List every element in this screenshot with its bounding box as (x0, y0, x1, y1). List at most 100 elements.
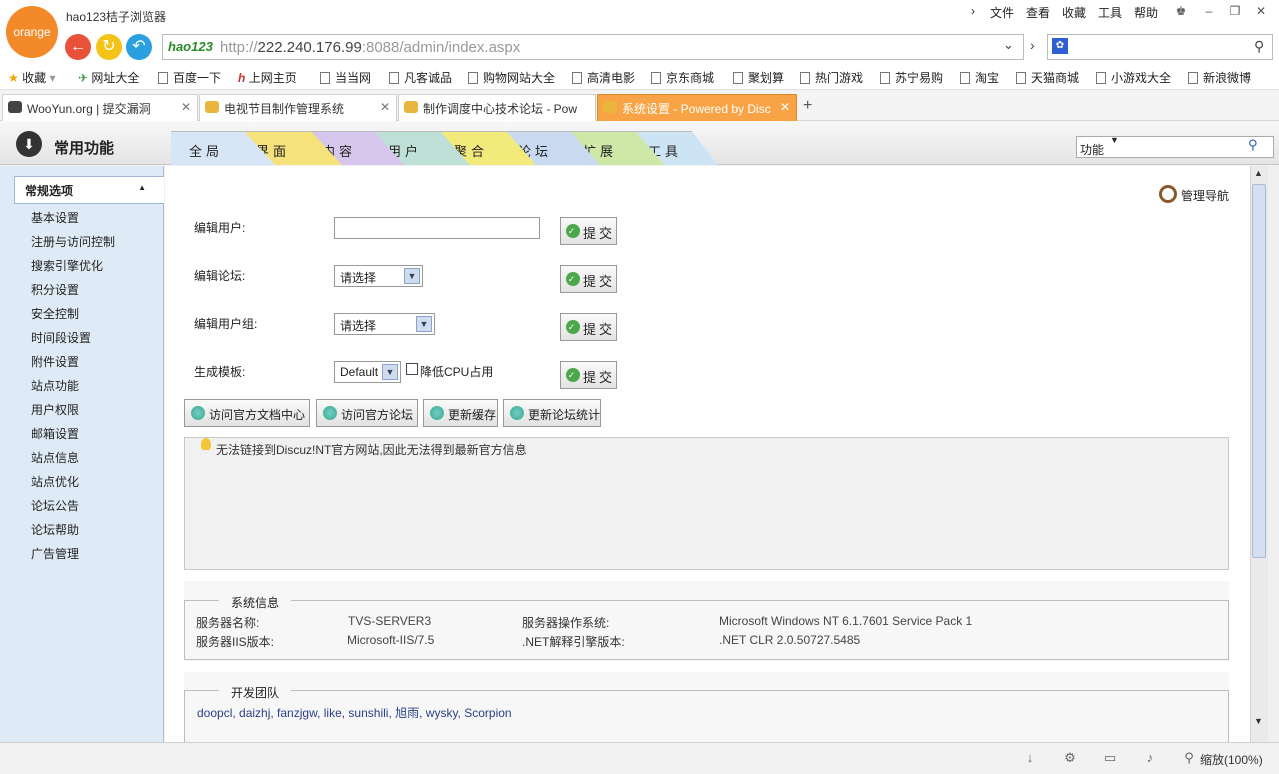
sidebar-item-register[interactable]: 注册与访问控制 (31, 233, 115, 250)
helm-icon (1159, 185, 1177, 203)
fav-collect[interactable]: ★ 收藏 ▾ (8, 69, 56, 86)
menu-file[interactable]: 文件 (990, 4, 1014, 21)
menu-view[interactable]: 查看 (1026, 4, 1050, 21)
sidebar-item-mail[interactable]: 邮箱设置 (31, 425, 79, 442)
function-search-input[interactable] (1076, 136, 1274, 158)
fav-label: 淘宝 (975, 71, 1000, 85)
browser-tab[interactable]: WooYun.org | 提交漏洞 ✕ (2, 94, 198, 121)
fav-label: 上网主页 (248, 71, 297, 85)
baidu-paw-icon[interactable]: ✿ (1052, 38, 1068, 54)
dropdown-icon[interactable]: ⌄ (1003, 37, 1014, 53)
search-input[interactable] (1047, 34, 1273, 60)
submit-template-button[interactable]: ✓ 提交 (560, 361, 617, 389)
update-cache-button[interactable]: 更新缓存 (423, 399, 498, 427)
fav-item[interactable]: 小游戏大全 (1096, 69, 1171, 86)
search-icon[interactable]: ⚲ (1248, 137, 1258, 153)
fav-item[interactable]: 高清电影 (572, 69, 635, 86)
button-label: 更新论坛统计 (528, 408, 601, 422)
fav-item[interactable]: 苏宁易购 (880, 69, 943, 86)
sidebar-item-security[interactable]: 安全控制 (31, 305, 79, 322)
status-bar (0, 742, 1279, 774)
fav-item[interactable]: 京东商城 (651, 69, 714, 86)
home-icon[interactable]: ↶ (126, 34, 152, 60)
gear-icon[interactable]: ⚙ (1061, 750, 1079, 766)
submit-user-button[interactable]: ✓ 提交 (560, 217, 617, 245)
browser-tab[interactable]: 制作调度中心技术论坛 - Pow (398, 94, 596, 121)
docs-center-button[interactable]: 访问官方文档中心 (184, 399, 310, 427)
zoom-icon[interactable]: ⚲ (1180, 750, 1198, 766)
group-select[interactable]: 请选择 ▼ (334, 313, 435, 335)
fav-item[interactable]: 聚划算 (733, 69, 784, 86)
screen-icon[interactable]: ▭ (1101, 750, 1119, 766)
sidebar-item-site-features[interactable]: 站点功能 (31, 377, 79, 394)
app-title: hao123桔子浏览器 (66, 10, 167, 24)
sidebar-item-seo[interactable]: 搜索引擎优化 (31, 257, 103, 274)
submit-group-button[interactable]: ✓ 提交 (560, 313, 617, 341)
close-tab-icon[interactable]: ✕ (380, 100, 390, 114)
url-host: 222.240.176.99 (257, 39, 362, 56)
fav-item[interactable]: 凡客诚品 (389, 69, 452, 86)
zoom-level[interactable]: 缩放(100%) (1200, 751, 1263, 768)
dropdown-arrow-icon[interactable]: ▼ (1110, 135, 1119, 145)
fav-item[interactable]: ✈ 网址大全 (78, 69, 139, 86)
scroll-up-icon[interactable]: ▲ (1254, 168, 1263, 178)
url-text[interactable]: http://222.240.176.99:8088/admin/index.a… (220, 39, 520, 56)
forum-select[interactable]: 请选择 ▼ (334, 265, 423, 287)
menu-favorites[interactable]: 收藏 (1062, 4, 1086, 21)
close-tab-icon[interactable]: ✕ (780, 100, 790, 114)
sidebar-item-ads[interactable]: 广告管理 (31, 545, 79, 562)
sidebar-item-help[interactable]: 论坛帮助 (31, 521, 79, 538)
sidebar-item-timeslot[interactable]: 时间段设置 (31, 329, 91, 346)
fav-item[interactable]: 购物网站大全 (468, 69, 555, 86)
download-icon[interactable]: ↓ (1021, 750, 1039, 766)
sidebar-item-announcement[interactable]: 论坛公告 (31, 497, 79, 514)
admin-nav-link[interactable]: 管理导航 (1181, 187, 1229, 204)
hao123-logo: hao123 (168, 39, 213, 54)
sidebar-item-site-info[interactable]: 站点信息 (31, 449, 79, 466)
sidebar-header[interactable]: 常规选项 ▲ (14, 176, 164, 204)
common-functions-title: 常用功能 (54, 140, 115, 157)
sidebar-item-attachment[interactable]: 附件设置 (31, 353, 79, 370)
lightbulb-icon (201, 438, 211, 450)
fav-item[interactable]: 天猫商城 (1016, 69, 1079, 86)
submit-forum-button[interactable]: ✓ 提交 (560, 265, 617, 293)
minimize-icon[interactable]: – (1200, 4, 1218, 22)
back-arrow-icon[interactable]: › (971, 4, 975, 18)
cpu-checkbox[interactable] (406, 363, 418, 375)
scroll-thumb[interactable] (1252, 184, 1266, 558)
arrow-down-icon[interactable]: ⬇ (16, 131, 42, 157)
close-window-icon[interactable]: ✕ (1252, 4, 1270, 22)
search-icon[interactable]: ⚲ (1254, 38, 1264, 55)
skin-icon[interactable]: ♚ (1172, 4, 1190, 22)
volume-icon[interactable]: ♪ (1141, 750, 1159, 766)
sidebar-item-optimize[interactable]: 站点优化 (31, 473, 79, 490)
template-select[interactable]: Default ▼ (334, 361, 401, 383)
collapse-icon[interactable]: ▲ (138, 183, 146, 192)
official-forum-button[interactable]: 访问官方论坛 (316, 399, 418, 427)
fav-item[interactable]: 新浪微博 (1188, 69, 1251, 86)
sidebar-item-credits[interactable]: 积分设置 (31, 281, 79, 298)
menu-tools[interactable]: 工具 (1098, 4, 1122, 21)
sidebar-item-permissions[interactable]: 用户权限 (31, 401, 79, 418)
restore-icon[interactable]: ❐ (1226, 4, 1244, 22)
refresh-icon[interactable]: ↻ (96, 34, 122, 60)
new-tab-icon[interactable]: + (803, 97, 812, 115)
forward-icon[interactable]: › (1030, 37, 1035, 53)
edit-user-input[interactable] (334, 217, 540, 239)
server-os-label: 服务器操作系统: (522, 616, 610, 630)
browser-tab-active[interactable]: 系统设置 - Powered by Disc ✕ (597, 94, 797, 121)
sidebar-item-basic[interactable]: 基本设置 (31, 209, 79, 226)
fav-item[interactable]: 百度一下 (158, 69, 221, 86)
menu-help[interactable]: 帮助 (1134, 4, 1158, 21)
fav-item[interactable]: 热门游戏 (800, 69, 863, 86)
fav-item[interactable]: 当当网 (320, 69, 371, 86)
browser-logo[interactable]: orange (6, 6, 58, 58)
back-icon[interactable]: ← (65, 34, 91, 60)
fav-item[interactable]: 淘宝 (960, 69, 999, 86)
browser-tab[interactable]: 电视节目制作管理系统 ✕ (199, 94, 397, 121)
fav-item[interactable]: h 上网主页 (238, 69, 297, 86)
scroll-down-icon[interactable]: ▼ (1254, 716, 1263, 726)
update-stats-button[interactable]: 更新论坛统计 (503, 399, 601, 427)
close-tab-icon[interactable]: ✕ (181, 100, 191, 114)
page-icon (800, 72, 810, 84)
